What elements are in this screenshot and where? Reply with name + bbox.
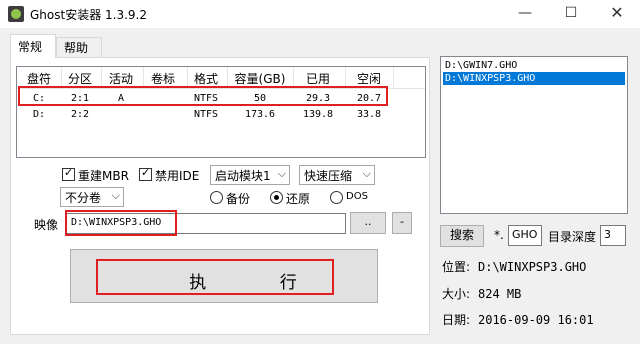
highlight-box-selected-row [18, 86, 388, 106]
location-label: 位置: [442, 260, 471, 274]
list-item[interactable]: D:\GWIN7.GHO [443, 59, 625, 72]
date-value: 2016-09-09 16:01 [478, 313, 594, 327]
close-button[interactable]: ✕ [594, 0, 640, 28]
cell-used: 139.8 [302, 109, 334, 120]
depth-label: 目录深度 [548, 230, 597, 244]
backup-radio[interactable] [210, 191, 223, 204]
compression-select[interactable]: 快速压缩 ⌵ [299, 165, 375, 185]
dos-radio-label: DOS [346, 191, 368, 202]
image-label: 映像 [34, 218, 59, 232]
search-button[interactable]: 搜索 [440, 225, 484, 247]
cell-format: NTFS [193, 109, 219, 120]
disable-ide-label: 禁用IDE [155, 169, 200, 183]
chevron-down-icon: ⌵ [111, 189, 120, 202]
title-bar: Ghost安装器 1.3.9.2 — ☐ ✕ [0, 0, 640, 28]
extension-field[interactable]: GHO [508, 225, 542, 246]
cell-partition: 2:2 [70, 109, 90, 120]
boot-module-value: 启动模块1 [215, 169, 271, 183]
cell-drive: D: [32, 109, 46, 120]
date-label: 日期: [442, 313, 471, 327]
restore-radio-label: 还原 [286, 192, 311, 206]
location-value: D:\WINXPSP3.GHO [478, 260, 587, 274]
backup-radio-label: 备份 [226, 192, 251, 206]
size-label: 大小: [442, 287, 471, 301]
column-header-partition[interactable]: 分区 [63, 70, 97, 87]
partition-table[interactable]: 盘符 分区 活动 卷标 格式 容量(GB) 已用 空闲 C: 2:1 A NTF… [16, 66, 426, 158]
restore-radio[interactable] [270, 191, 283, 204]
split-select[interactable]: 不分卷 ⌵ [60, 187, 124, 207]
column-header-active[interactable]: 活动 [103, 70, 139, 87]
depth-field[interactable]: 3 [600, 225, 626, 246]
column-header-free[interactable]: 空闲 [347, 70, 391, 87]
app-icon [8, 6, 24, 22]
maximize-button[interactable]: ☐ [548, 0, 594, 28]
extension-prefix: *. [494, 228, 504, 242]
window-title: Ghost安装器 1.3.9.2 [30, 8, 148, 22]
column-header-used[interactable]: 已用 [295, 70, 341, 87]
rebuild-mbr-label: 重建MBR [78, 169, 129, 183]
column-header-format[interactable]: 格式 [189, 70, 223, 87]
dos-radio[interactable] [330, 191, 343, 204]
list-item-selected[interactable]: D:\WINXPSP3.GHO [443, 72, 625, 85]
highlight-box-image-path [65, 210, 177, 236]
cell-free: 33.8 [356, 109, 382, 120]
disable-ide-checkbox[interactable] [139, 166, 152, 181]
highlight-box-execute [96, 259, 334, 295]
rebuild-mbr-checkbox[interactable] [62, 166, 75, 181]
remove-button[interactable]: - [392, 212, 412, 234]
tab-general[interactable]: 常规 [10, 34, 56, 58]
tab-help[interactable]: 帮助 [56, 37, 102, 57]
browse-button[interactable]: .. [350, 212, 386, 234]
table-row[interactable]: D: 2:2 NTFS 173.6 139.8 33.8 [17, 108, 425, 122]
chevron-down-icon: ⌵ [277, 167, 286, 180]
column-header-label[interactable]: 卷标 [145, 70, 181, 87]
chevron-down-icon: ⌵ [362, 167, 371, 180]
size-value: 824 MB [478, 287, 522, 301]
column-header-capacity[interactable]: 容量(GB) [229, 70, 291, 87]
cell-capacity: 173.6 [244, 109, 276, 120]
compression-value: 快速压缩 [304, 169, 353, 183]
column-header-drive[interactable]: 盘符 [21, 70, 57, 87]
split-value: 不分卷 [65, 191, 102, 205]
boot-module-select[interactable]: 启动模块1 ⌵ [210, 165, 290, 185]
image-file-list[interactable]: D:\GWIN7.GHO D:\WINXPSP3.GHO [440, 56, 628, 214]
minimize-button[interactable]: — [502, 0, 548, 28]
